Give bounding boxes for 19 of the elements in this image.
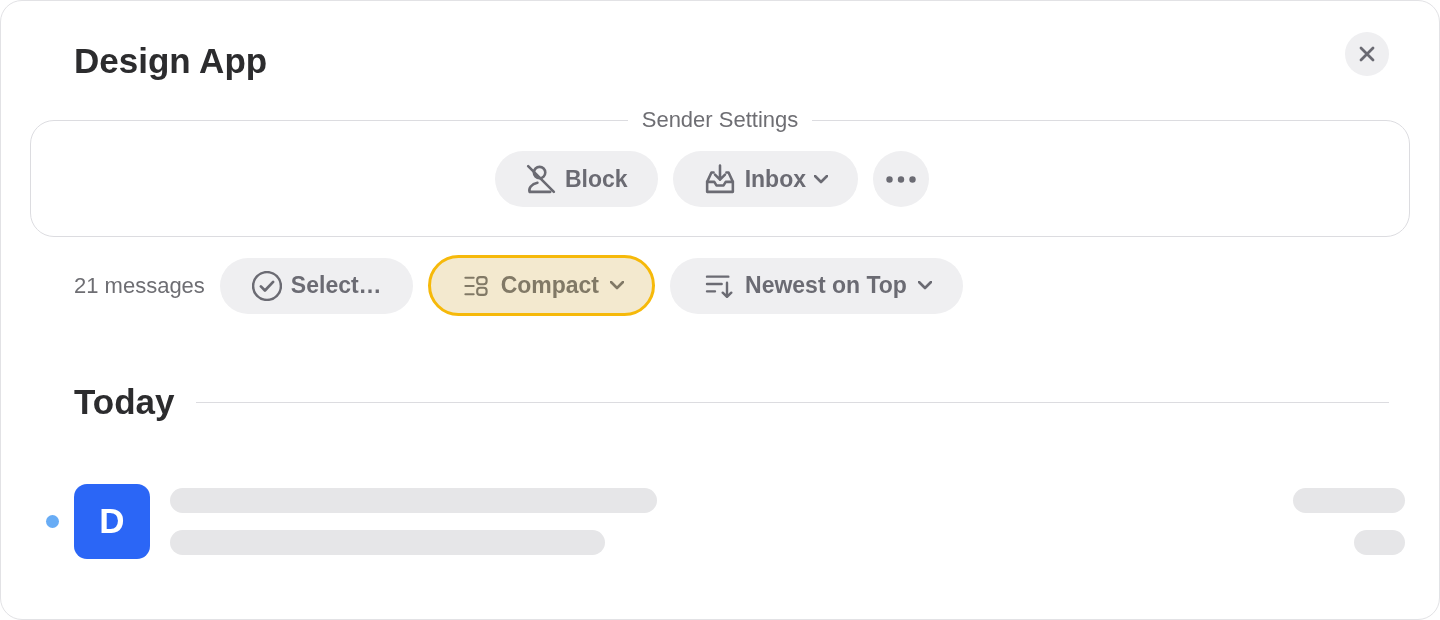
caret-icon — [814, 174, 828, 184]
close-icon — [1359, 46, 1375, 62]
caret-icon — [610, 281, 625, 290]
dropdown-button[interactable]: Inbox — [672, 151, 858, 207]
more-button[interactable] — [873, 151, 929, 207]
section-heading: Today — [74, 381, 175, 423]
more-dots-icon — [886, 175, 916, 183]
dropdown-button[interactable]: Newest on Top — [670, 257, 963, 314]
select-button[interactable]: Select… — [219, 257, 413, 314]
avatar: D — [74, 484, 150, 559]
caret-icon — [917, 281, 932, 290]
action-button[interactable]: Block — [495, 151, 658, 207]
close-button[interactable] — [1345, 32, 1389, 76]
dropdown-button[interactable]: Compact — [427, 255, 656, 316]
panel-legend: Sender Settings — [627, 107, 813, 133]
person-slash-icon — [525, 164, 557, 194]
skeleton-bar — [1354, 530, 1405, 555]
window-title: Design App — [74, 40, 268, 82]
message-count: 21 messages — [74, 272, 205, 300]
